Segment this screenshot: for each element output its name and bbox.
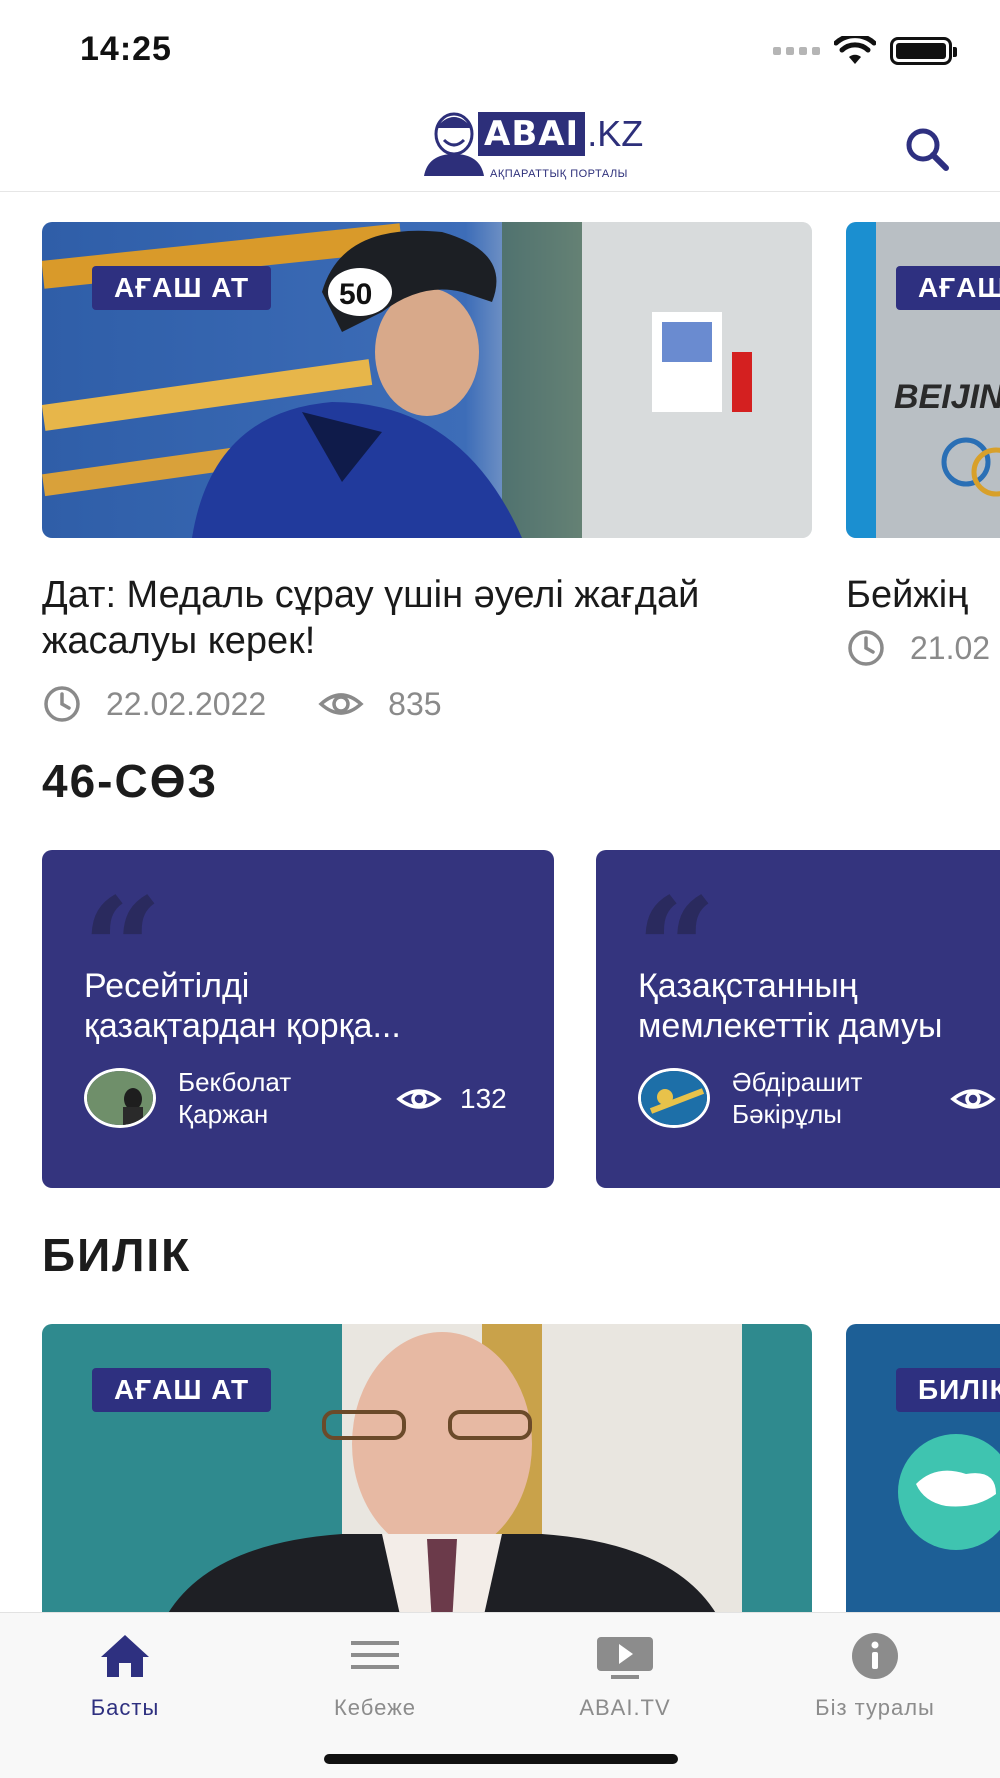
featured-title[interactable]: Бейжің [846, 572, 1000, 618]
svg-text:BEIJIN: BEIJIN [894, 378, 1000, 416]
category-badge: АҒАШ АТ [92, 1368, 272, 1412]
category-badge: АҒАШ АТ [92, 266, 272, 310]
section-title-bilik: БИЛІК [42, 1229, 192, 1281]
status-bar: 14:25 [0, 0, 1000, 100]
tab-abai-tv[interactable]: ABAI.TV [525, 1631, 725, 1721]
search-button[interactable] [900, 122, 956, 178]
bilik-carousel[interactable]: АҒАШ АТ БИЛІК [0, 1324, 1000, 1614]
logo-subtitle: АҚПАРАТТЫҚ ПОРТАЛЫ [490, 168, 628, 180]
status-icons [773, 36, 957, 66]
quote-author[interactable]: Бекболат Қаржан [84, 1066, 368, 1130]
svg-text:50: 50 [339, 278, 372, 311]
tab-label: Кебеже [333, 1695, 417, 1720]
battery-icon [890, 37, 957, 65]
quote-author[interactable]: Әбдірашит Бәкірұлы [638, 1066, 922, 1130]
article-meta: 21.02 [846, 628, 1000, 668]
author-name: Әбдірашит Бәкірұлы [732, 1067, 863, 1129]
quotes-carousel[interactable]: “ Ресейтілді қазақтардан қорқа... Бекбол… [0, 850, 1000, 1190]
category-badge: БИЛІК [896, 1368, 1000, 1412]
article-date: 22.02.2022 [106, 685, 267, 722]
avatar [84, 1068, 156, 1128]
date-meta: 22.02.2022 [42, 684, 266, 722]
category-badge: АҒАШ АТ [896, 266, 1000, 310]
tab-catalog[interactable]: Кебеже [275, 1631, 475, 1721]
avatar [638, 1068, 710, 1128]
home-indicator[interactable] [324, 1754, 678, 1764]
clock-icon [848, 630, 884, 666]
menu-icon [351, 1641, 399, 1669]
eye-icon [950, 1089, 996, 1109]
eye-icon [318, 693, 364, 715]
play-icon [597, 1637, 653, 1679]
logo-wordmark: ABAI .KZ [478, 112, 643, 156]
featured-card[interactable]: BEIJIN АҒАШ АТ Бейжің 21.02 [846, 222, 1000, 668]
quote-view-count: 132 [460, 1083, 507, 1114]
status-time: 14:25 [80, 30, 172, 68]
author-name: Бекболат Қаржан [178, 1067, 292, 1129]
eye-icon [396, 1089, 442, 1109]
quote-views [950, 1082, 1000, 1116]
date-meta: 21.02 [846, 628, 990, 668]
quote-card[interactable]: “ Қазақстанның мемлекеттік дамуы Әбдіраш… [596, 850, 1000, 1188]
section-title-quotes: 46-СӨЗ [42, 755, 219, 807]
home-icon [101, 1635, 149, 1677]
featured-image[interactable]: BEIJIN АҒАШ АТ [846, 222, 1000, 538]
abai-logo[interactable]: ABAI .KZ АҚПАРАТТЫҚ ПОРТАЛЫ [418, 108, 643, 180]
article-views: 835 [388, 685, 442, 722]
featured-carousel[interactable]: 50 АҒАШ АТ Дат: Медаль сұрау үшін әуелі … [0, 222, 1000, 722]
tab-about[interactable]: Біз туралы [775, 1631, 975, 1721]
quote-text: Қазақстанның мемлекеттік дамуы [638, 967, 943, 1045]
app-header: ABAI .KZ АҚПАРАТТЫҚ ПОРТАЛЫ [0, 100, 1000, 192]
cellular-signal-icon [773, 47, 820, 55]
views-meta: 835 [318, 684, 442, 722]
info-icon [852, 1633, 898, 1679]
bilik-card[interactable]: АҒАШ АТ [42, 1324, 812, 1614]
article-meta: 22.02.2022 835 [42, 684, 812, 722]
quote-card[interactable]: “ Ресейтілді қазақтардан қорқа... Бекбол… [42, 850, 554, 1188]
bilik-card[interactable]: БИЛІК [846, 1324, 1000, 1614]
featured-title[interactable]: Дат: Медаль сұрау үшін әуелі жағдай жаса… [42, 572, 812, 664]
featured-image[interactable]: 50 АҒАШ АТ [42, 222, 812, 538]
logo-suffix: .KZ [587, 113, 644, 154]
tab-label: Біз туралы [815, 1695, 935, 1720]
logo-main: ABAI [478, 112, 586, 156]
clock-icon [44, 686, 80, 722]
quote-text: Ресейтілді қазақтардан қорқа... [84, 967, 401, 1045]
quote-views: 132 [396, 1082, 507, 1116]
tab-label: ABAI.TV [579, 1695, 671, 1720]
search-icon [906, 128, 949, 171]
wifi-icon [834, 36, 876, 64]
featured-card[interactable]: 50 АҒАШ АТ Дат: Медаль сұрау үшін әуелі … [42, 222, 812, 722]
tab-home[interactable]: Басты [25, 1631, 225, 1721]
tab-label: Басты [90, 1695, 160, 1720]
article-date: 21.02 [910, 629, 991, 666]
